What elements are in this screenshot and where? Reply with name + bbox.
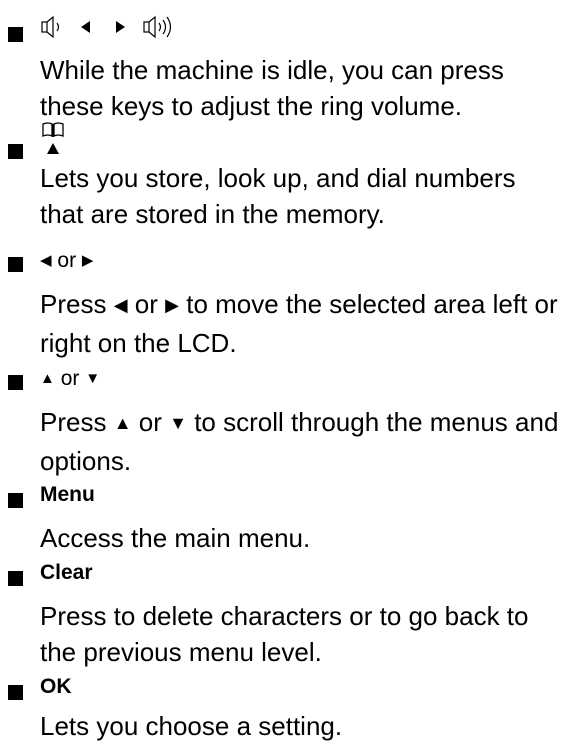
list-item-menu-key: Menu Access the main menu. [8, 476, 568, 553]
key-description-list: While the machine is idle, you can press… [0, 0, 576, 744]
list-item-ok-key: OK Lets you choose a setting. [8, 668, 568, 741]
clear-key-label: Clear [40, 561, 93, 584]
list-item-volume-keys: While the machine is idle, you can press… [8, 10, 568, 121]
key-or-word: or [60, 367, 80, 390]
left-arrow-icon: ◀ [40, 252, 52, 269]
bullet-square [8, 27, 23, 42]
book-icon [42, 122, 64, 138]
list-item-up-down-keys: ▲ or ▼ Press ▲ or ▼ to scroll through th… [8, 358, 568, 476]
address-book-key-icons [40, 120, 66, 156]
list-item-clear-key: Clear Press to delete characters or to g… [8, 554, 568, 667]
left-arrow-icon: ◀ [113, 295, 128, 315]
desc-or-word: or [134, 289, 158, 319]
desc-or-word: or [138, 407, 162, 437]
item-description: Lets you store, look up, and dial number… [40, 163, 516, 229]
menu-key-label: Menu [40, 483, 95, 506]
up-arrow-icon: ▲ [113, 413, 132, 433]
bullet-square [8, 375, 23, 390]
item-description: Press ◀ or ▶ to move the selected area l… [40, 286, 560, 361]
left-arrow-icon [80, 21, 90, 34]
right-arrow-icon: ▶ [165, 295, 179, 315]
ok-key-label: OK [40, 675, 72, 698]
right-arrow-icon: ▶ [81, 252, 94, 269]
bullet-square [8, 685, 23, 700]
bullet-square [8, 144, 23, 159]
list-item-address-book-key: Lets you store, look up, and dial number… [8, 120, 568, 229]
down-arrow-icon: ▼ [85, 370, 101, 387]
speaker-low-icon [41, 16, 60, 39]
desc-press-word: Press [40, 407, 107, 437]
left-right-key-label: ◀ or ▶ [40, 248, 93, 276]
bullet-square [8, 493, 23, 508]
bullet-square [8, 571, 23, 586]
item-description: Press ▲ or ▼ to scroll through the menus… [40, 404, 560, 479]
item-description: While the machine is idle, you can press… [40, 55, 504, 121]
up-down-key-label: ▲ or ▼ [40, 366, 100, 394]
item-description: Access the main menu. [40, 523, 311, 553]
item-description: Lets you choose a setting. [40, 711, 343, 741]
key-or-word: or [57, 249, 77, 272]
right-arrow-icon [115, 21, 125, 34]
desc-press-word: Press [40, 289, 107, 319]
down-arrow-icon: ▼ [169, 413, 187, 433]
speaker-high-icon [142, 16, 171, 39]
volume-key-icons [40, 14, 184, 40]
list-item-left-right-keys: ◀ or ▶ Press ◀ or ▶ to move the selected… [8, 240, 568, 358]
up-arrow-icon [47, 143, 59, 154]
bullet-square [8, 257, 23, 272]
up-arrow-icon: ▲ [40, 370, 55, 387]
item-description: Press to delete characters or to go back… [40, 601, 529, 667]
